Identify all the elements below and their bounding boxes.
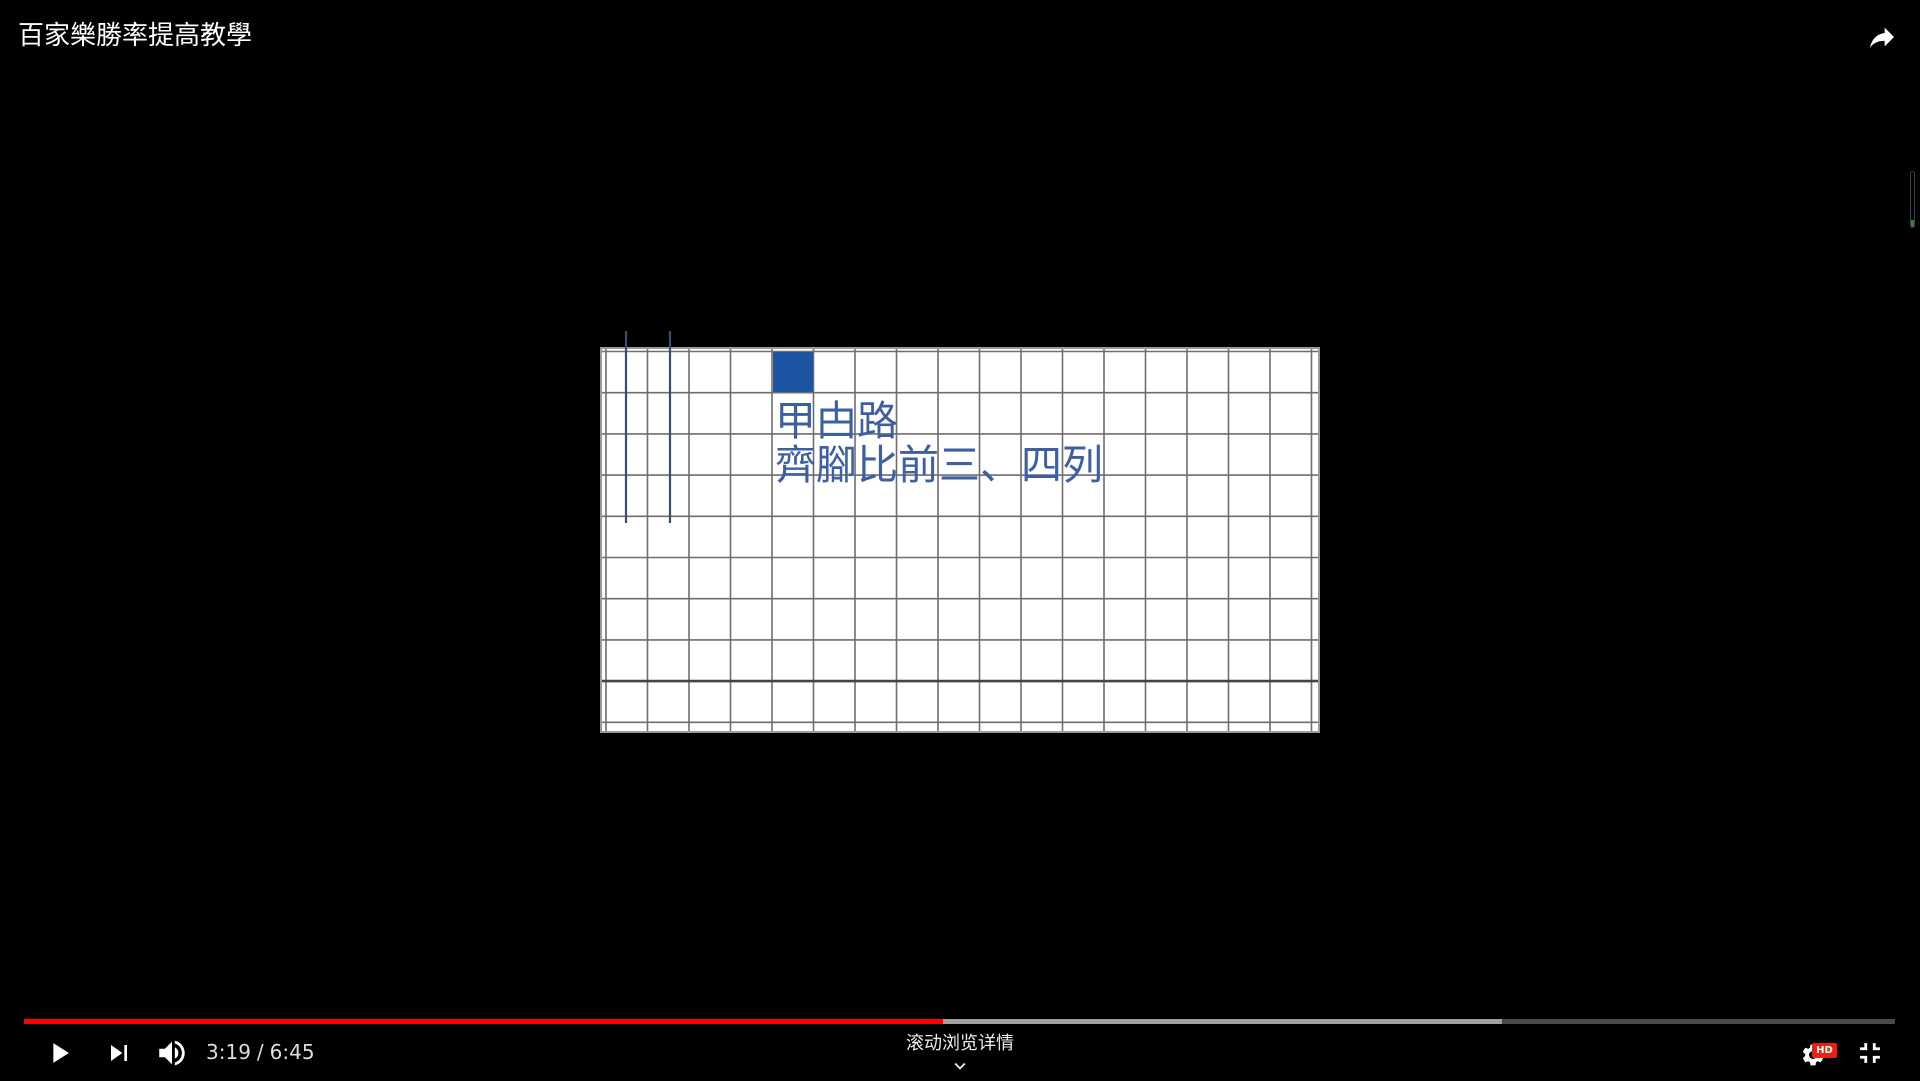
current-time: 3:19 <box>206 1040 251 1064</box>
share-button[interactable] <box>1864 19 1900 55</box>
chevron-down-icon <box>949 1055 971 1075</box>
progress-bar[interactable] <box>24 1019 1895 1024</box>
volume-button[interactable] <box>153 1034 191 1072</box>
play-icon <box>53 1043 69 1063</box>
video-title[interactable]: 百家樂勝率提高教學 <box>18 19 252 53</box>
time-separator: / <box>256 1040 264 1064</box>
next-icon <box>111 1045 127 1061</box>
hd-badge: HD <box>1812 1043 1837 1058</box>
volume-icon <box>159 1040 185 1066</box>
video-surface[interactable] <box>0 70 1920 1000</box>
progress-played <box>24 1019 943 1024</box>
side-scroll-indicator <box>1910 171 1915 228</box>
exit-fullscreen-button[interactable] <box>1852 1035 1888 1071</box>
share-icon <box>1870 27 1894 48</box>
duration: 6:45 <box>269 1040 315 1064</box>
side-scroll-indicator-dot <box>1911 220 1914 227</box>
time-display: 3:19/6:45 <box>206 1040 315 1064</box>
scroll-hint-label: 滚动浏览详情 <box>906 1033 1014 1054</box>
next-button[interactable] <box>100 1034 138 1072</box>
play-button[interactable] <box>40 1034 78 1072</box>
scroll-for-details-button[interactable]: 滚动浏览详情 <box>860 1032 1060 1076</box>
exit-fullscreen-icon <box>1860 1043 1880 1063</box>
